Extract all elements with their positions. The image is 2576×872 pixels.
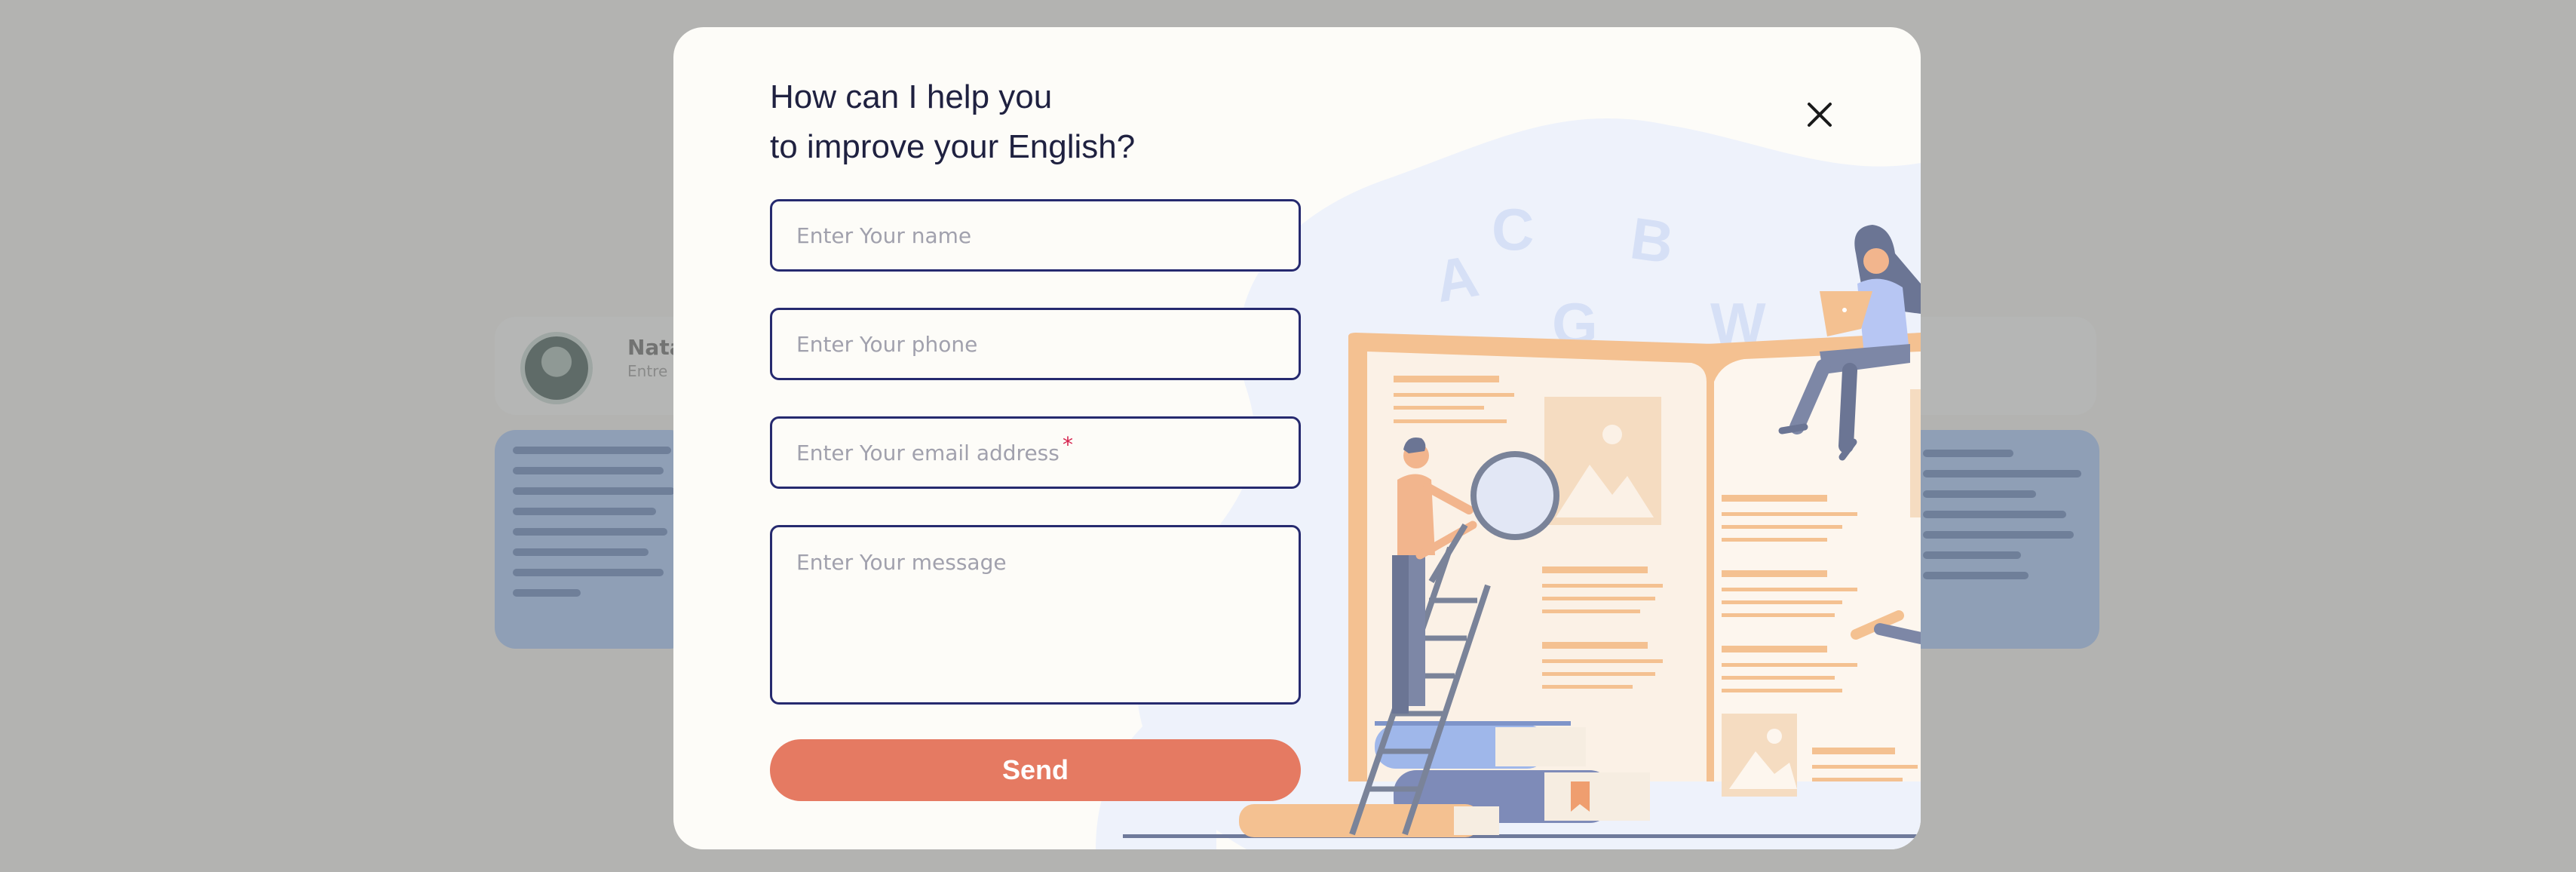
modal-title-line-2: to improve your English?	[770, 128, 1136, 165]
testimonial-author-role: Entre	[627, 362, 668, 380]
testimonial-card-body-right	[1900, 430, 2099, 649]
testimonial-card-header-right	[1900, 317, 2096, 415]
close-icon	[1808, 103, 1832, 127]
modal-title: How can I help you to improve your Engli…	[770, 72, 1253, 172]
message-field-wrapper	[770, 525, 1301, 705]
name-field-wrapper	[770, 199, 1301, 272]
contact-modal: A C G B W How can I help you to improve …	[673, 27, 1921, 849]
email-input[interactable]	[772, 419, 1299, 487]
modal-title-line-1: How can I help you	[770, 78, 1053, 115]
close-button[interactable]	[1796, 91, 1844, 139]
message-textarea[interactable]	[772, 527, 1299, 702]
name-input[interactable]	[772, 201, 1299, 269]
required-asterisk: *	[1063, 432, 1073, 457]
phone-input[interactable]	[772, 310, 1299, 378]
phone-field-wrapper	[770, 308, 1301, 380]
email-field-wrapper: *	[770, 416, 1301, 489]
testimonial-card-body-left	[495, 430, 691, 649]
send-button[interactable]: Send	[770, 739, 1301, 801]
letter-c: C	[1492, 196, 1534, 263]
avatar	[525, 336, 588, 400]
